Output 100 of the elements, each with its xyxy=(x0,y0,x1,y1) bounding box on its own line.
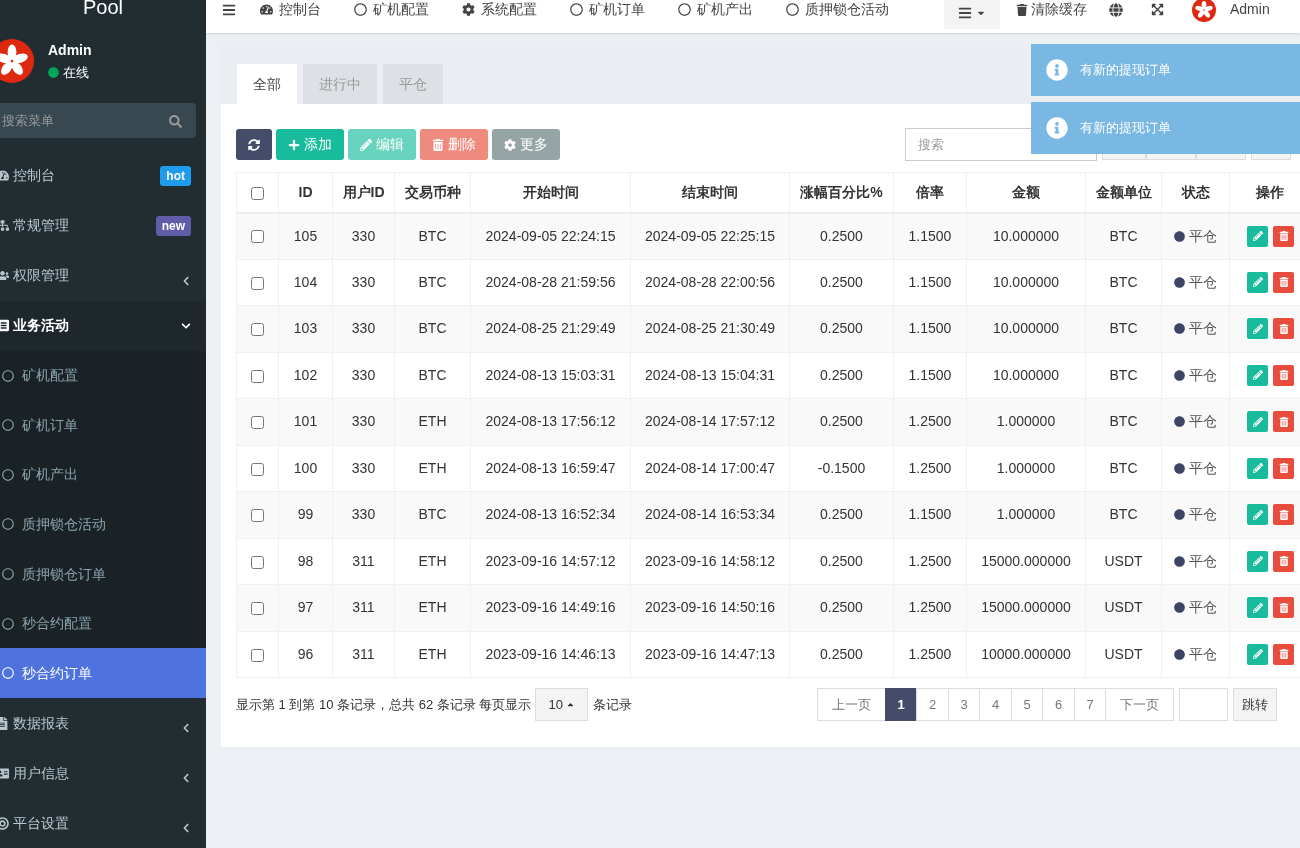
edit-row-button[interactable] xyxy=(1247,271,1268,293)
sidebar-submenu-item[interactable]: 矿机订单 xyxy=(0,400,206,451)
edit-row-button[interactable] xyxy=(1247,550,1268,572)
sidebar-menu-item[interactable]: 数据报表 xyxy=(0,698,206,748)
page-number-field[interactable] xyxy=(1179,688,1229,721)
refresh-button[interactable] xyxy=(236,129,272,160)
nav-link[interactable]: 矿机产出 xyxy=(678,0,753,20)
row-checkbox[interactable] xyxy=(251,369,264,383)
table-cell: 96 xyxy=(278,631,333,678)
edit-row-button[interactable] xyxy=(1247,643,1268,665)
menu-search-field[interactable]: 搜索菜单 xyxy=(0,103,196,138)
logo-text: Pool xyxy=(83,0,123,20)
table-cell: 330 xyxy=(332,212,395,259)
row-checkbox[interactable] xyxy=(251,276,264,290)
column-header: 金额 xyxy=(966,172,1086,213)
page-button[interactable]: 1 xyxy=(884,688,918,721)
status-text: 平仓 xyxy=(1189,226,1217,246)
page-button[interactable]: 3 xyxy=(947,688,981,721)
sidebar-menu-item[interactable]: 权限管理 xyxy=(0,250,206,301)
sidebar-menu-item[interactable]: 控制台 hot xyxy=(0,150,206,201)
table-cell: USDT xyxy=(1085,584,1162,631)
user-name[interactable]: Admin xyxy=(1230,0,1270,20)
nav-link[interactable]: 控制台 xyxy=(260,0,321,20)
edit-row-button[interactable] xyxy=(1247,411,1268,433)
nav-link[interactable]: 质押锁仓活动 xyxy=(786,0,889,20)
column-header: ID xyxy=(278,172,333,213)
row-checkbox[interactable] xyxy=(251,416,264,430)
sidebar-submenu-item[interactable]: 矿机配置 xyxy=(0,350,206,401)
delete-row-button[interactable] xyxy=(1273,225,1294,247)
delete-row-button[interactable] xyxy=(1273,597,1294,619)
sidebar-submenu-item[interactable]: 质押锁仓活动 xyxy=(0,499,206,550)
table-cell: 330 xyxy=(332,352,395,399)
clear-cache-link[interactable]: 清除缓存 xyxy=(1016,0,1087,20)
delete-row-button[interactable] xyxy=(1273,457,1294,479)
row-checkbox[interactable] xyxy=(251,230,264,244)
delete-row-button[interactable] xyxy=(1273,271,1294,293)
table-cell: 1.2500 xyxy=(893,445,967,492)
page-button[interactable]: 2 xyxy=(916,688,949,721)
page-size-dropdown[interactable]: 10 xyxy=(535,688,588,721)
edit-row-button[interactable] xyxy=(1247,457,1268,479)
info-icon xyxy=(1046,117,1068,139)
delete-row-button[interactable] xyxy=(1273,550,1294,572)
tab[interactable]: 全部 xyxy=(237,64,297,104)
nav-link[interactable]: 矿机订单 xyxy=(570,0,645,20)
fullscreen-icon[interactable] xyxy=(1151,3,1164,16)
delete-row-button[interactable] xyxy=(1273,643,1294,665)
table-cell: 2024-08-13 17:56:12 xyxy=(470,398,631,445)
edit-row-button[interactable] xyxy=(1247,364,1268,386)
table-cell: 1.2500 xyxy=(893,398,967,445)
menu-icon[interactable] xyxy=(222,2,236,17)
edit-row-button[interactable] xyxy=(1247,318,1268,340)
pencil-icon xyxy=(1252,556,1263,567)
id-card-icon xyxy=(0,766,9,780)
delete-row-button[interactable] xyxy=(1273,364,1294,386)
sidebar-submenu-item[interactable]: 秒合约配置 xyxy=(0,598,206,649)
row-checkbox[interactable] xyxy=(251,462,264,476)
table-cell: 10.000000 xyxy=(966,212,1086,259)
sidebar-menu-item[interactable]: 用户信息 xyxy=(0,748,206,798)
pencil-icon xyxy=(1252,231,1263,241)
nav-link[interactable]: 系统配置 xyxy=(462,0,537,20)
sidebar-menu-item[interactable]: 平台设置 xyxy=(0,798,206,848)
page-button[interactable]: 4 xyxy=(979,688,1012,721)
plus-icon xyxy=(288,138,300,151)
jump-button[interactable]: 跳转 xyxy=(1233,688,1278,721)
sidebar-submenu-item[interactable]: 质押锁仓订单 xyxy=(0,549,206,599)
table-cell: 2024-09-05 22:25:15 xyxy=(630,212,790,259)
page-button[interactable]: 6 xyxy=(1042,688,1075,721)
notification-toast: 有新的提现订单 xyxy=(1031,102,1300,154)
column-header: 结束时间 xyxy=(630,172,790,213)
page-button[interactable]: 7 xyxy=(1073,688,1107,721)
sidebar-submenu-item[interactable]: 秒合约订单 xyxy=(0,648,206,698)
table-cell: 0.2500 xyxy=(789,491,894,538)
globe-icon[interactable] xyxy=(1109,2,1123,17)
user-status: 在线 xyxy=(63,64,89,83)
sidebar-submenu-item[interactable]: 矿机产出 xyxy=(0,450,206,500)
row-checkbox[interactable] xyxy=(251,509,264,523)
list-dropdown-button[interactable] xyxy=(944,0,1000,29)
sidebar-menu-item[interactable]: 业务活动 xyxy=(0,300,206,351)
next-page-button[interactable]: 下一页 xyxy=(1105,688,1175,721)
column-header: 金额单位 xyxy=(1085,172,1162,213)
delete-row-button[interactable] xyxy=(1273,411,1294,433)
sidebar-menu-item[interactable]: 常规管理 new xyxy=(0,200,206,251)
row-checkbox[interactable] xyxy=(251,648,264,662)
edit-row-button[interactable] xyxy=(1247,225,1268,247)
page-button[interactable]: 5 xyxy=(1010,688,1044,721)
nav-link[interactable]: 矿机配置 xyxy=(354,0,429,20)
row-checkbox[interactable] xyxy=(251,323,264,337)
table-cell: 330 xyxy=(332,491,395,538)
delete-row-button[interactable] xyxy=(1273,318,1294,340)
edit-row-button[interactable] xyxy=(1247,597,1268,619)
row-checkbox[interactable] xyxy=(251,602,264,616)
menu-badge: new xyxy=(155,215,191,236)
chevron-left-icon xyxy=(181,723,191,733)
row-checkbox[interactable] xyxy=(251,555,264,569)
delete-row-button[interactable] xyxy=(1273,504,1294,526)
trash-icon xyxy=(1278,602,1289,613)
edit-row-button[interactable] xyxy=(1247,504,1268,526)
table-cell: ETH xyxy=(394,538,471,585)
select-all-checkbox[interactable] xyxy=(251,186,264,200)
table-cell: 1.1500 xyxy=(893,352,967,399)
